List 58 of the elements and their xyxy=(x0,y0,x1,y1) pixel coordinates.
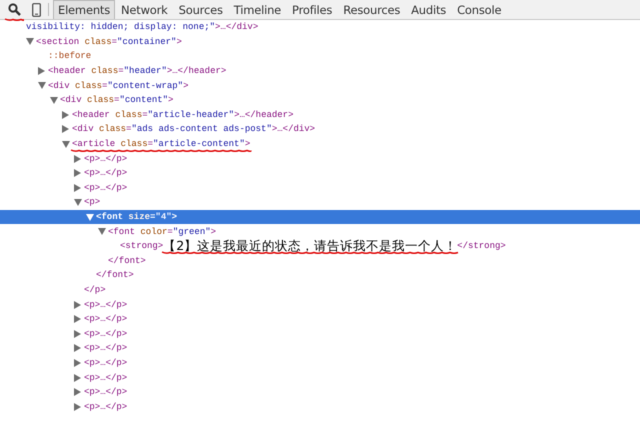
dom-node-line[interactable]: <div class="content"> xyxy=(60,95,174,106)
right-triangle-icon[interactable] xyxy=(74,344,81,352)
dom-node-line[interactable]: <p>…</p> xyxy=(84,387,128,398)
down-triangle-icon[interactable] xyxy=(98,228,106,236)
dom-node-line[interactable]: <article class="article-content"> xyxy=(72,139,250,150)
right-triangle-icon[interactable] xyxy=(74,300,81,309)
down-triangle-icon[interactable] xyxy=(38,82,46,90)
dom-node-line[interactable]: <p>…</p> xyxy=(84,314,128,324)
dom-node-line[interactable]: <font color="green"> xyxy=(108,226,216,237)
phone-icon[interactable] xyxy=(32,2,40,16)
dom-node-line[interactable]: <p>…</p> xyxy=(84,402,128,412)
dom-node-line[interactable]: <section class="container"> xyxy=(36,36,182,47)
right-triangle-icon[interactable] xyxy=(74,330,81,338)
dom-node-line[interactable]: visibility: hidden; display: none;">…</div> xyxy=(26,22,258,32)
down-triangle-icon[interactable] xyxy=(86,214,94,221)
dom-node-line[interactable]: <p> xyxy=(84,197,100,208)
down-triangle-icon[interactable] xyxy=(62,140,70,148)
panel-tab[interactable]: Sources xyxy=(174,0,228,19)
right-triangle-icon[interactable] xyxy=(74,169,81,178)
right-triangle-icon[interactable] xyxy=(74,184,81,192)
down-triangle-icon[interactable] xyxy=(26,38,34,46)
dom-node-line[interactable]: <p>…</p> xyxy=(84,328,128,339)
dom-node-line[interactable]: <p>…</p> xyxy=(84,343,128,354)
panel-tab[interactable]: Console xyxy=(452,0,506,19)
right-triangle-icon[interactable] xyxy=(74,315,81,324)
dom-node-line[interactable]: <header class="article-header">…</header> xyxy=(72,110,294,120)
dom-node-line[interactable]: <p>…</p> xyxy=(84,358,128,368)
selected-dom-node[interactable]: <font size="4"> xyxy=(96,212,178,222)
closing-tag: </p> xyxy=(84,284,106,295)
dom-node-line[interactable]: <header class="header">…</header> xyxy=(48,66,226,76)
right-triangle-icon[interactable] xyxy=(38,67,45,76)
down-triangle-icon[interactable] xyxy=(74,198,82,206)
closing-tag: </font> xyxy=(108,256,146,266)
dom-node-line[interactable]: <p>…</p> xyxy=(84,372,128,383)
right-triangle-icon[interactable] xyxy=(74,402,81,411)
right-triangle-icon[interactable] xyxy=(74,358,81,367)
panel-tab[interactable]: Audits xyxy=(406,0,452,19)
dom-node-line[interactable]: <div class="ads ads-content ads-post">…</div> xyxy=(72,124,316,134)
search-icon[interactable] xyxy=(8,3,20,16)
right-triangle-icon[interactable] xyxy=(62,125,69,134)
dom-node-line[interactable]: <strong>【2】这是我最近的状态，请告诉我不是我一个人！</strong> xyxy=(120,238,506,255)
dom-node-line[interactable]: <p>…</p> xyxy=(84,168,128,178)
dom-node-line[interactable]: <div class="content-wrap"> xyxy=(48,80,188,91)
right-triangle-icon[interactable] xyxy=(74,388,81,396)
panel-tab[interactable]: Network xyxy=(116,0,173,19)
panel-tab[interactable]: Timeline xyxy=(228,0,286,19)
right-triangle-icon[interactable] xyxy=(74,374,81,382)
dom-node-line[interactable]: <p>…</p> xyxy=(84,182,128,193)
panel-tab[interactable]: Profiles xyxy=(287,0,338,19)
dom-node-line[interactable]: <p>…</p> xyxy=(84,300,128,310)
panel-tab[interactable]: Elements xyxy=(53,0,116,19)
dom-node-line[interactable]: <p>…</p> xyxy=(84,154,128,164)
right-triangle-icon[interactable] xyxy=(74,154,81,163)
dom-node-line[interactable]: ::before xyxy=(48,51,92,62)
down-triangle-icon[interactable] xyxy=(50,96,58,104)
right-triangle-icon[interactable] xyxy=(62,110,69,119)
closing-tag: </font> xyxy=(96,270,134,280)
panel-tab[interactable]: Resources xyxy=(338,0,406,19)
